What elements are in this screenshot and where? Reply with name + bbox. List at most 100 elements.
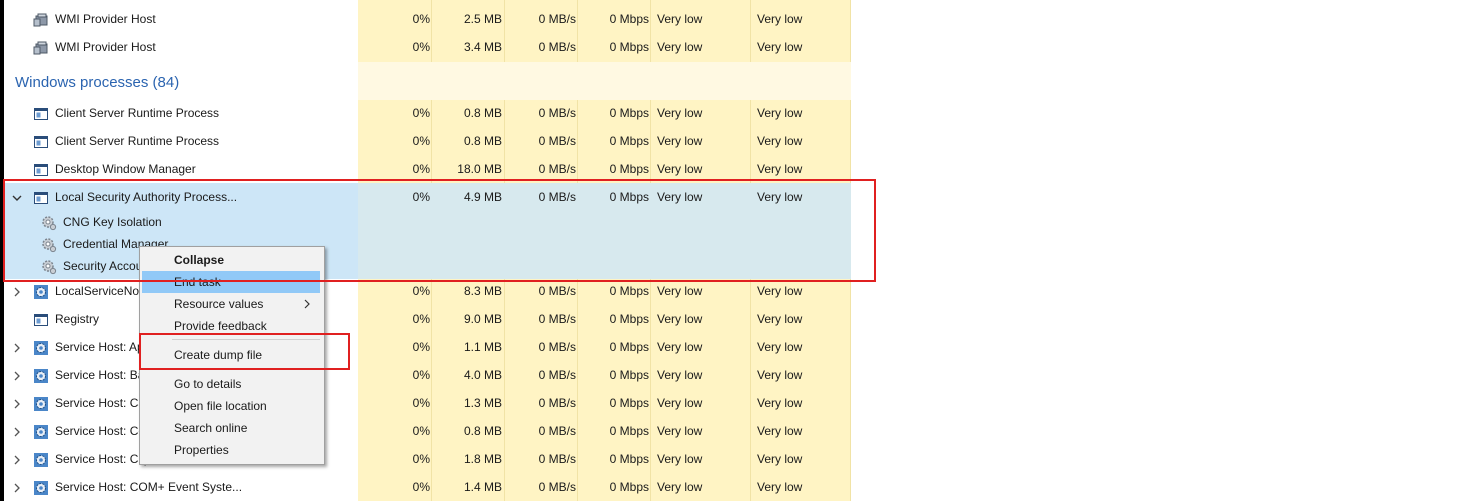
power-trend-value: Very low bbox=[757, 340, 803, 354]
disk-value: 0 MB/s bbox=[538, 284, 576, 298]
menu-item-end-task[interactable]: End task bbox=[142, 271, 320, 293]
power-trend-value: Very low bbox=[757, 424, 803, 438]
process-row[interactable]: Service Host: Ap 0% 1.1 MB 0 MB/s 0 Mbps… bbox=[4, 334, 851, 362]
memory-value: 1.3 MB bbox=[463, 396, 502, 410]
power-trend-value: Very low bbox=[757, 452, 803, 466]
process-name: Service Host: Clip bbox=[55, 452, 151, 466]
power-trend-value: Very low bbox=[757, 284, 803, 298]
disk-value: 0 MB/s bbox=[538, 396, 576, 410]
window-icon bbox=[33, 190, 49, 206]
process-row[interactable]: Service Host: Ba 0% 4.0 MB 0 MB/s 0 Mbps… bbox=[4, 362, 851, 390]
power-usage-value: Very low bbox=[657, 424, 703, 438]
power-trend-value: Very low bbox=[757, 162, 803, 176]
process-row[interactable]: Service Host: Clip 0% 1.8 MB 0 MB/s 0 Mb… bbox=[4, 446, 851, 474]
power-trend-value: Very low bbox=[757, 312, 803, 326]
menu-item-open-file-location[interactable]: Open file location bbox=[142, 395, 320, 417]
menu-item-label: Resource values bbox=[174, 297, 264, 311]
process-row[interactable]: WMI Provider Host 0% 3.4 MB 0 MB/s 0 Mbp… bbox=[4, 34, 851, 62]
menu-item-label: Create dump file bbox=[174, 348, 263, 362]
gear-icon bbox=[33, 452, 49, 468]
menu-item-label: Provide feedback bbox=[174, 319, 267, 333]
context-menu: Collapse End task Resource values Provid… bbox=[139, 246, 325, 465]
menu-item-label: Go to details bbox=[174, 377, 242, 391]
memory-value: 4.9 MB bbox=[463, 190, 502, 204]
gear-icon bbox=[33, 284, 49, 300]
menu-item-properties[interactable]: Properties bbox=[142, 439, 320, 461]
chevron-right-icon[interactable] bbox=[11, 426, 23, 438]
process-name: Local Security Authority Process... bbox=[55, 190, 238, 204]
network-value: 0 Mbps bbox=[609, 340, 649, 354]
disk-value: 0 MB/s bbox=[538, 368, 576, 382]
process-row[interactable]: Client Server Runtime Process 0% 0.8 MB … bbox=[4, 100, 851, 128]
power-usage-value: Very low bbox=[657, 284, 703, 298]
menu-item-search-online[interactable]: Search online bbox=[142, 417, 320, 439]
power-trend-value: Very low bbox=[757, 368, 803, 382]
chevron-down-icon[interactable] bbox=[11, 192, 23, 204]
disk-value: 0 MB/s bbox=[538, 312, 576, 326]
process-name: Registry bbox=[55, 312, 100, 326]
menu-item-label: Collapse bbox=[174, 253, 225, 267]
disk-value: 0 MB/s bbox=[538, 134, 576, 148]
window-icon bbox=[33, 106, 49, 122]
process-row[interactable]: WMI Provider Host 0% 2.5 MB 0 MB/s 0 Mbp… bbox=[4, 6, 851, 34]
process-row[interactable]: Service Host: Ca 0% 1.3 MB 0 MB/s 0 Mbps… bbox=[4, 390, 851, 418]
process-row[interactable]: Client Server Runtime Process 0% 0.8 MB … bbox=[4, 128, 851, 156]
gear-icon bbox=[33, 368, 49, 384]
memory-value: 1.1 MB bbox=[463, 340, 502, 354]
process-row[interactable]: Service Host: Ce 0% 0.8 MB 0 MB/s 0 Mbps… bbox=[4, 418, 851, 446]
wmi-icon bbox=[33, 40, 49, 56]
menu-item-provide-feedback[interactable]: Provide feedback bbox=[142, 315, 320, 337]
power-usage-value: Very low bbox=[657, 40, 703, 54]
network-value: 0 Mbps bbox=[609, 134, 649, 148]
cpu-value: 0% bbox=[412, 134, 430, 148]
process-row[interactable]: Desktop Window Manager 0% 18.0 MB 0 MB/s… bbox=[4, 156, 851, 184]
process-row-selected[interactable]: Local Security Authority Process... 0% 4… bbox=[4, 184, 851, 212]
chevron-right-icon[interactable] bbox=[11, 370, 23, 382]
chevron-right-icon[interactable] bbox=[11, 342, 23, 354]
disk-value: 0 MB/s bbox=[538, 452, 576, 466]
process-row[interactable]: Registry 0% 9.0 MB 0 MB/s 0 Mbps Very lo… bbox=[4, 306, 851, 334]
chevron-right-icon[interactable] bbox=[11, 454, 23, 466]
power-usage-value: Very low bbox=[657, 396, 703, 410]
cpu-value: 0% bbox=[412, 162, 430, 176]
network-value: 0 Mbps bbox=[609, 312, 649, 326]
disk-value: 0 MB/s bbox=[538, 480, 576, 494]
process-row[interactable]: LocalServiceNoN 0% 8.3 MB 0 MB/s 0 Mbps … bbox=[4, 278, 851, 306]
network-value: 0 Mbps bbox=[609, 284, 649, 298]
network-value: 0 Mbps bbox=[609, 162, 649, 176]
power-usage-value: Very low bbox=[657, 134, 703, 148]
power-trend-value: Very low bbox=[757, 40, 803, 54]
disk-value: 0 MB/s bbox=[538, 12, 576, 26]
power-trend-value: Very low bbox=[757, 396, 803, 410]
menu-item-label: Open file location bbox=[174, 399, 267, 413]
memory-value: 0.8 MB bbox=[463, 106, 502, 120]
menu-item-create-dump-file[interactable]: Create dump file bbox=[142, 344, 320, 366]
group-title-windows-processes[interactable]: Windows processes (84) bbox=[15, 74, 179, 91]
menu-item-label: End task bbox=[174, 275, 221, 289]
menu-item-go-to-details[interactable]: Go to details bbox=[142, 373, 320, 395]
memory-value: 0.8 MB bbox=[463, 424, 502, 438]
process-row[interactable]: Service Host: COM+ Event Syste... 0% 1.4… bbox=[4, 474, 851, 502]
network-value: 0 Mbps bbox=[609, 424, 649, 438]
memory-value: 0.8 MB bbox=[463, 134, 502, 148]
memory-value: 18.0 MB bbox=[457, 162, 502, 176]
disk-value: 0 MB/s bbox=[538, 190, 576, 204]
network-value: 0 Mbps bbox=[609, 396, 649, 410]
disk-value: 0 MB/s bbox=[538, 340, 576, 354]
process-name: Service Host: Ba bbox=[55, 368, 145, 382]
group-header-band bbox=[358, 62, 851, 100]
chevron-right-icon[interactable] bbox=[11, 286, 23, 298]
menu-item-label: Search online bbox=[174, 421, 248, 435]
chevron-right-icon[interactable] bbox=[11, 398, 23, 410]
menu-item-label: Properties bbox=[174, 443, 229, 457]
power-usage-value: Very low bbox=[657, 368, 703, 382]
power-usage-value: Very low bbox=[657, 480, 703, 494]
chevron-right-icon[interactable] bbox=[11, 482, 23, 494]
network-value: 0 Mbps bbox=[609, 452, 649, 466]
window-icon bbox=[33, 134, 49, 150]
menu-item-collapse[interactable]: Collapse bbox=[142, 249, 320, 271]
power-trend-value: Very low bbox=[757, 12, 803, 26]
menu-item-resource-values[interactable]: Resource values bbox=[142, 293, 320, 315]
window-icon bbox=[33, 162, 49, 178]
power-trend-value: Very low bbox=[757, 134, 803, 148]
